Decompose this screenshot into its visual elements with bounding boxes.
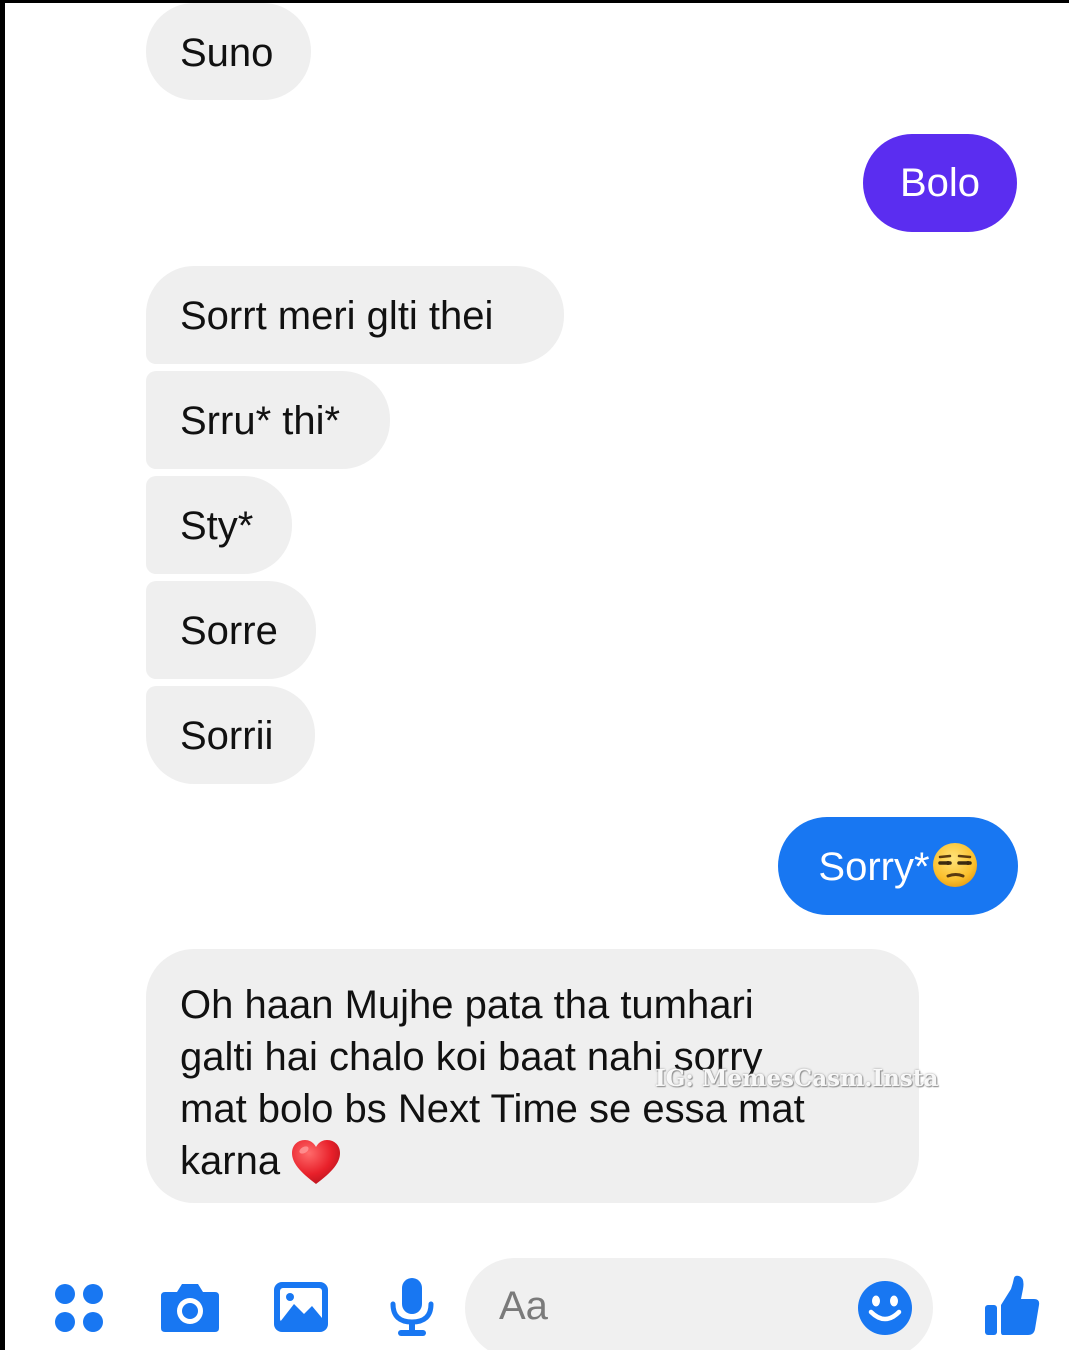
message-bubble-outgoing[interactable]: Sorry* (778, 817, 1018, 915)
thumbs-up-icon[interactable] (983, 1275, 1041, 1337)
image-icon[interactable] (272, 1280, 330, 1334)
message-bubble-outgoing[interactable]: Bolo (863, 134, 1017, 232)
message-text: Sorrt meri glti thei (180, 294, 494, 338)
message-bubble-incoming[interactable]: Sorre (146, 581, 316, 679)
message-text: Suno (180, 31, 274, 75)
menu-dots-icon[interactable] (52, 1282, 108, 1334)
message-text: Bolo (899, 161, 981, 205)
camera-icon[interactable] (159, 1280, 221, 1334)
message-text: Sorre (180, 609, 278, 653)
message-text: Sty* (180, 504, 254, 548)
message-text: Srru* thi* (180, 399, 341, 443)
unamused-face-emoji-icon (932, 843, 977, 887)
message-line: karna (180, 1139, 281, 1183)
message-text: Sorry* (818, 845, 930, 889)
red-heart-emoji-icon (292, 1140, 341, 1184)
chat-screen: Suno Bolo Sorrt meri glti thei Srru* thi… (5, 3, 1069, 1350)
message-bubble-incoming[interactable]: Srru* thi* (146, 371, 390, 469)
message-line: Oh haan Mujhe pata tha tumhari (180, 983, 754, 1027)
emoji-icon[interactable] (857, 1280, 913, 1336)
message-text: Sorrii (180, 714, 274, 758)
microphone-icon[interactable] (388, 1276, 436, 1338)
message-bubble-incoming[interactable]: Sty* (146, 476, 292, 574)
watermark: IG: MemesCasm.Insta (655, 1065, 939, 1092)
message-bubble-incoming[interactable]: Sorrt meri glti thei (146, 266, 564, 364)
message-bubble-incoming[interactable]: Sorrii (146, 686, 315, 784)
message-input[interactable] (499, 1284, 829, 1329)
message-composer[interactable] (465, 1258, 933, 1350)
message-bubble-incoming[interactable]: Suno (146, 3, 311, 100)
